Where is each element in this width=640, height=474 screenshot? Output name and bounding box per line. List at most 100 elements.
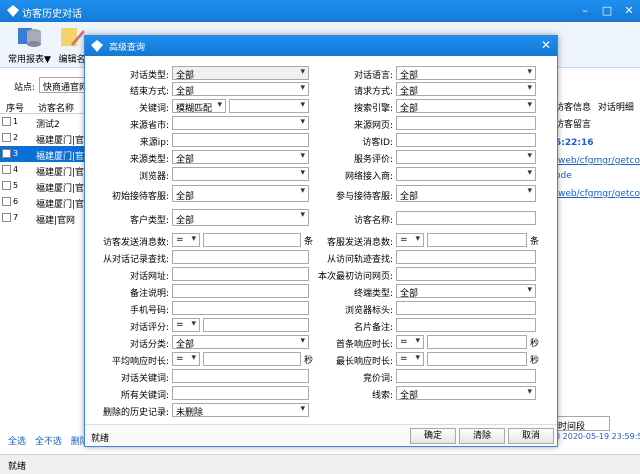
- phone-input[interactable]: [172, 301, 309, 315]
- first-resp-op-select[interactable]: =: [396, 335, 424, 349]
- rating-op-select[interactable]: =: [172, 318, 200, 332]
- deleted-history-select[interactable]: 未删除: [172, 403, 309, 417]
- visitor-name-label-wrap: 访客名称:: [313, 210, 393, 228]
- from-track-input[interactable]: [396, 250, 536, 264]
- visitor-name-input[interactable]: [396, 211, 536, 225]
- source-link-2[interactable]: /web/cfgmgr/getco: [555, 189, 640, 199]
- visitor-msgs-op-select[interactable]: =: [172, 233, 200, 247]
- customer-type-label: 客户类型:: [129, 216, 169, 226]
- visitor-id-input[interactable]: [396, 133, 536, 147]
- visitor-msgs-unit: 条: [304, 237, 314, 247]
- source-city-select[interactable]: [172, 116, 309, 130]
- first-resp-input[interactable]: [427, 335, 527, 349]
- agent-msgs-input[interactable]: [427, 233, 527, 247]
- col-visitor-name: 访客名称: [38, 104, 75, 114]
- end-method-select[interactable]: 全部: [172, 82, 309, 96]
- dialog-time: 5:22:16: [555, 138, 594, 148]
- cancel-button[interactable]: 取消: [508, 428, 554, 444]
- clear-button[interactable]: 清除: [459, 428, 505, 444]
- table-row[interactable]: 3 福建厦门|官网: [0, 146, 93, 162]
- note-input[interactable]: [172, 284, 309, 298]
- customer-type-select[interactable]: 全部: [172, 209, 309, 226]
- first-visit-input[interactable]: [396, 267, 536, 281]
- note-label-wrap: 备注说明:: [85, 283, 169, 301]
- browser-mark-input[interactable]: [396, 301, 536, 315]
- select-all-link[interactable]: 全选: [8, 437, 26, 447]
- row-number: 1: [13, 117, 19, 126]
- visitor-msgs-label-wrap: 访客发送消息数:: [85, 232, 169, 250]
- avg-resp-op-select[interactable]: =: [172, 352, 200, 366]
- row-checkbox[interactable]: [2, 181, 11, 190]
- row-checkbox[interactable]: [2, 165, 11, 174]
- tab-dialog-detail[interactable]: 对话明细: [598, 103, 634, 113]
- table-row[interactable]: 4 福建厦门|官网: [0, 162, 93, 178]
- maximize-button[interactable]: □: [596, 0, 618, 22]
- rating-input[interactable]: [203, 318, 309, 332]
- first-reception-select[interactable]: 全部: [172, 185, 309, 202]
- table-row[interactable]: 7 福建|官网: [0, 210, 86, 226]
- dialog-type-select[interactable]: 全部: [172, 66, 309, 80]
- source-page-input[interactable]: [396, 116, 536, 130]
- row-checkbox[interactable]: [2, 213, 11, 222]
- service-eval-select[interactable]: [396, 150, 536, 164]
- category-select[interactable]: 全部: [172, 335, 309, 349]
- row-checkbox[interactable]: [2, 133, 11, 142]
- card-note-label-wrap: 名片备注:: [313, 317, 393, 335]
- keyword-select[interactable]: [229, 99, 309, 113]
- source-ip-input[interactable]: [172, 133, 309, 147]
- participant-label-wrap: 参与接待客服:: [313, 186, 393, 204]
- network-label: 网络接入商:: [344, 172, 393, 182]
- table-row[interactable]: 5 福建厦门|官网: [0, 178, 93, 194]
- source-ip-label: 来源ip:: [139, 138, 169, 148]
- table-row[interactable]: 6 福建厦门|官网: [0, 194, 93, 210]
- dialog-lang-select[interactable]: 全部: [396, 66, 536, 80]
- minimize-button[interactable]: –: [574, 0, 596, 22]
- first-reception-label-wrap: 初始接待客服:: [85, 186, 169, 204]
- terminal-select[interactable]: 全部: [396, 284, 536, 298]
- bid-word-input[interactable]: [396, 369, 536, 383]
- close-icon[interactable]: ✕: [541, 38, 551, 52]
- row-checkbox[interactable]: [2, 117, 11, 126]
- network-select[interactable]: [396, 167, 536, 181]
- search-engine-select[interactable]: 全部: [396, 99, 536, 113]
- table-row[interactable]: 1 测试2: [0, 114, 86, 130]
- tab-visitor-message[interactable]: 访客留言: [555, 117, 591, 130]
- visitor-msgs-input[interactable]: [203, 233, 301, 247]
- browser-label-wrap: 浏览器:: [85, 166, 169, 184]
- select-none-link[interactable]: 全不选: [35, 437, 62, 447]
- source-type-select[interactable]: 全部: [172, 150, 309, 164]
- agent-msgs-op-select[interactable]: =: [396, 233, 424, 247]
- dialog-url-input[interactable]: [172, 267, 309, 281]
- row-checkbox[interactable]: [2, 197, 11, 206]
- request-method-select[interactable]: 全部: [396, 82, 536, 96]
- avg-resp-unit: 秒: [304, 356, 314, 366]
- from-record-input[interactable]: [172, 250, 309, 264]
- tab-visitor-info[interactable]: 访客信息: [555, 103, 591, 113]
- row-visitor-name: 福建|官网: [36, 216, 76, 226]
- all-kw-input[interactable]: [172, 386, 309, 400]
- dialog-kw-input[interactable]: [172, 369, 309, 383]
- card-note-input[interactable]: [396, 318, 536, 332]
- avg-resp-input[interactable]: [203, 352, 301, 366]
- source-link[interactable]: /web/cfgmgr/getcod: [555, 156, 640, 166]
- max-resp-input[interactable]: [427, 352, 527, 366]
- participant-select[interactable]: 全部: [396, 185, 536, 202]
- browser-mark-label: 浏览器标头:: [344, 306, 393, 316]
- visitor-grid: 序号 访客名称 1 测试2 2 福建厦门|官网 3 福建厦门|官网 4 福建厦门|官网 …: [0, 98, 93, 426]
- row-number: 7: [13, 213, 19, 222]
- phone-label: 手机号码:: [129, 306, 169, 316]
- row-checkbox[interactable]: [2, 149, 11, 158]
- common-report-button[interactable]: 常用报表▼: [8, 24, 51, 66]
- table-row[interactable]: 2 福建厦门|官网: [0, 130, 93, 146]
- browser-select[interactable]: [172, 167, 309, 181]
- row-number: 5: [13, 181, 19, 190]
- keyword-match-select[interactable]: 模糊匹配: [172, 99, 226, 113]
- time-range-select[interactable]: 时间段: [555, 416, 610, 432]
- close-window-button[interactable]: ✕: [618, 0, 640, 22]
- visitor-id-label-wrap: 访客ID:: [313, 132, 393, 150]
- clue-select[interactable]: 全部: [396, 386, 536, 400]
- edit-icon: [61, 28, 85, 46]
- ok-button[interactable]: 确定: [410, 428, 456, 444]
- max-resp-op-select[interactable]: =: [396, 352, 424, 366]
- rating-label: 对话评分:: [129, 323, 169, 333]
